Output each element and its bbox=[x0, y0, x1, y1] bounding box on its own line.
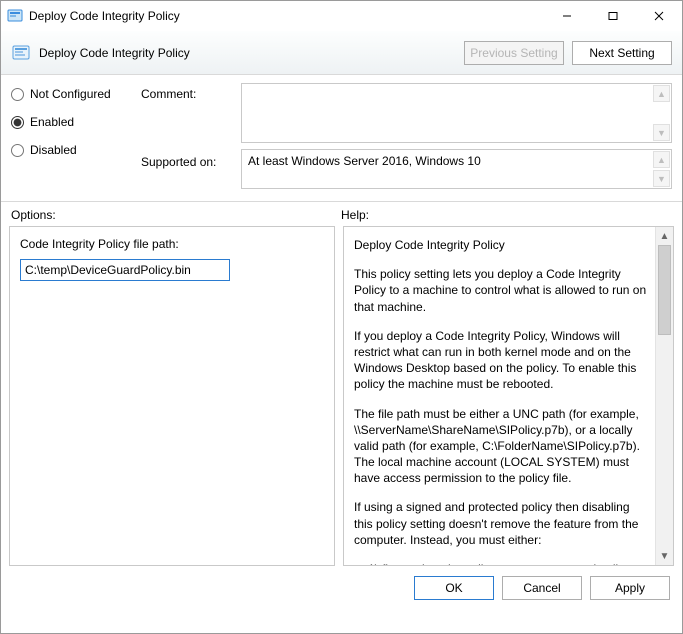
supported-on-value: At least Windows Server 2016, Windows 10 bbox=[248, 154, 481, 168]
help-p2: If you deploy a Code Integrity Policy, W… bbox=[354, 328, 647, 393]
scroll-track[interactable] bbox=[656, 335, 673, 547]
comment-textarea[interactable]: ▲ ▼ bbox=[241, 83, 672, 143]
supported-scrollbar: ▲ ▼ bbox=[653, 151, 670, 187]
help-p1: This policy setting lets you deploy a Co… bbox=[354, 266, 647, 315]
help-body: Deploy Code Integrity Policy This policy… bbox=[354, 237, 647, 566]
next-setting-label: Next Setting bbox=[589, 46, 654, 60]
help-scrollbar[interactable]: ▲ ▼ bbox=[655, 227, 673, 565]
ok-button[interactable]: OK bbox=[414, 576, 494, 600]
panel-labels: Options: Help: bbox=[1, 202, 682, 226]
radio-disabled-input[interactable] bbox=[11, 144, 24, 157]
scroll-up-icon[interactable]: ▲ bbox=[653, 85, 670, 102]
policy-icon bbox=[11, 43, 31, 63]
config-area: Not Configured Enabled Disabled Comment:… bbox=[1, 75, 682, 202]
scroll-down-icon[interactable]: ▼ bbox=[653, 124, 670, 141]
next-setting-button[interactable]: Next Setting bbox=[572, 41, 672, 65]
cancel-button[interactable]: Cancel bbox=[502, 576, 582, 600]
footer: OK Cancel Apply bbox=[1, 566, 682, 610]
header-title: Deploy Code Integrity Policy bbox=[39, 46, 456, 60]
header-strip: Deploy Code Integrity Policy Previous Se… bbox=[1, 31, 682, 75]
radio-not-configured-input[interactable] bbox=[11, 88, 24, 101]
help-p5: 1) first update the policy to a non-prot… bbox=[354, 561, 647, 566]
options-panel: Code Integrity Policy file path: bbox=[9, 226, 335, 566]
titlebar: Deploy Code Integrity Policy bbox=[1, 1, 682, 31]
radio-not-configured[interactable]: Not Configured bbox=[11, 87, 141, 101]
options-label: Options: bbox=[11, 208, 341, 222]
labels-column: Comment: Supported on: bbox=[141, 83, 241, 189]
radio-enabled[interactable]: Enabled bbox=[11, 115, 141, 129]
apply-button[interactable]: Apply bbox=[590, 576, 670, 600]
panels-row: Code Integrity Policy file path: Deploy … bbox=[1, 226, 682, 566]
cancel-label: Cancel bbox=[523, 581, 560, 595]
radio-disabled-label: Disabled bbox=[30, 143, 77, 157]
close-button[interactable] bbox=[636, 1, 682, 31]
state-radios: Not Configured Enabled Disabled bbox=[11, 83, 141, 189]
app-icon bbox=[7, 8, 23, 24]
help-p3: The file path must be either a UNC path … bbox=[354, 406, 647, 487]
minimize-button[interactable] bbox=[544, 1, 590, 31]
comment-scrollbar: ▲ ▼ bbox=[653, 85, 670, 141]
file-path-label: Code Integrity Policy file path: bbox=[20, 237, 324, 251]
ok-label: OK bbox=[445, 581, 462, 595]
scroll-up-icon[interactable]: ▲ bbox=[653, 151, 670, 168]
maximize-button[interactable] bbox=[590, 1, 636, 31]
radio-enabled-input[interactable] bbox=[11, 116, 24, 129]
fields-column: ▲ ▼ At least Windows Server 2016, Window… bbox=[241, 83, 672, 189]
help-panel: Deploy Code Integrity Policy This policy… bbox=[343, 226, 674, 566]
supported-on-label: Supported on: bbox=[141, 155, 241, 169]
scroll-down-icon[interactable]: ▼ bbox=[656, 547, 673, 565]
scroll-down-icon[interactable]: ▼ bbox=[653, 170, 670, 187]
scroll-up-icon[interactable]: ▲ bbox=[656, 227, 673, 245]
help-label: Help: bbox=[341, 208, 369, 222]
radio-not-configured-label: Not Configured bbox=[30, 87, 111, 101]
help-p4: If using a signed and protected policy t… bbox=[354, 499, 647, 548]
comment-label: Comment: bbox=[141, 87, 241, 151]
window-title: Deploy Code Integrity Policy bbox=[29, 9, 544, 23]
window-buttons bbox=[544, 1, 682, 31]
supported-on-box: At least Windows Server 2016, Windows 10… bbox=[241, 149, 672, 189]
radio-enabled-label: Enabled bbox=[30, 115, 74, 129]
help-title: Deploy Code Integrity Policy bbox=[354, 237, 647, 253]
previous-setting-button: Previous Setting bbox=[464, 41, 564, 65]
file-path-input[interactable] bbox=[20, 259, 230, 281]
radio-disabled[interactable]: Disabled bbox=[11, 143, 141, 157]
previous-setting-label: Previous Setting bbox=[470, 46, 557, 60]
apply-label: Apply bbox=[615, 581, 645, 595]
scroll-thumb[interactable] bbox=[658, 245, 671, 335]
